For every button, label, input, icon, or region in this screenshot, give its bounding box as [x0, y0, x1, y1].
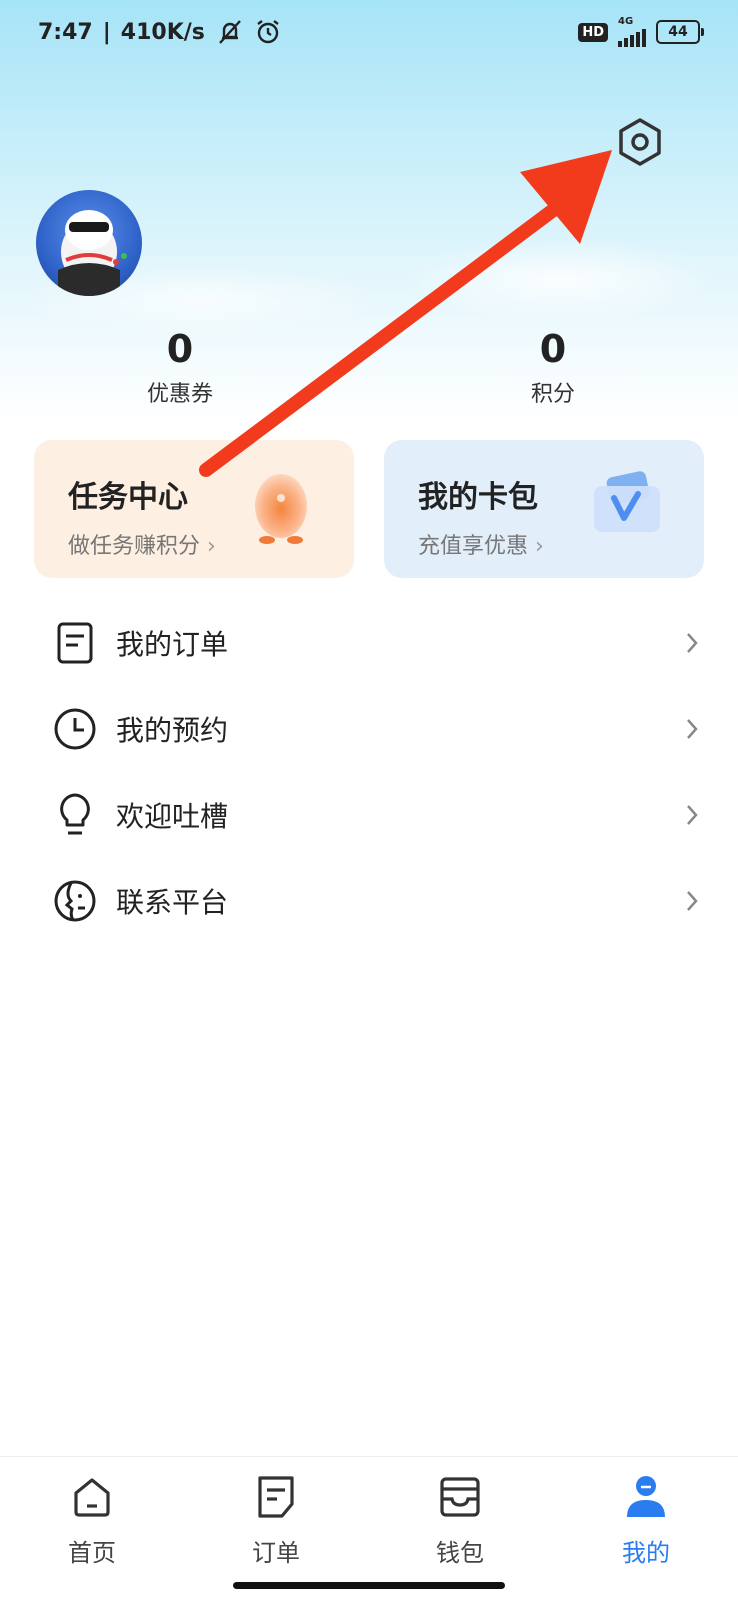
order-icon [258, 1476, 294, 1518]
home-icon [74, 1478, 110, 1517]
status-bar: 7:47 | 410K/s HD 4G 44 [0, 0, 738, 64]
clock-icon [54, 708, 96, 750]
card-wallet-card[interactable]: 我的卡包 充值享优惠 › [384, 440, 704, 578]
chevron-right-icon [687, 805, 698, 825]
lightbulb-icon [60, 793, 90, 835]
points-label: 积分 [530, 382, 575, 407]
menu-label-orders: 我的订单 [116, 628, 229, 661]
tab-profile[interactable]: 我的 [586, 1467, 706, 1568]
chevron-right-icon [687, 891, 698, 911]
card-wallet-subtitle: 充值享优惠 [418, 534, 529, 559]
coupon-stat[interactable]: 0 优惠券 [100, 326, 260, 408]
vip-card-icon [590, 470, 664, 540]
mascot-icon [248, 470, 314, 552]
chevron-right-icon [687, 633, 698, 653]
task-center-card[interactable]: 任务中心 做任务赚积分 › [34, 440, 354, 578]
battery-level: 44 [668, 24, 688, 40]
menu-item-orders[interactable]: 我的订单 [0, 600, 738, 686]
menu-item-contact[interactable]: 联系平台 [0, 858, 738, 944]
status-speed: 410K/s [120, 19, 205, 45]
menu-label-contact: 联系平台 [116, 886, 229, 919]
avatar[interactable] [36, 190, 142, 296]
coupon-label: 优惠券 [146, 382, 213, 407]
network-type: 4G [618, 16, 634, 27]
chevron-right-icon: › [535, 534, 544, 559]
mute-bell-icon [219, 20, 241, 44]
tab-orders[interactable]: 订单 [216, 1467, 336, 1568]
bottom-tab-bar: 首页 订单 钱包 我的 [0, 1456, 738, 1601]
settings-hexagon-icon [619, 118, 661, 166]
menu-item-feedback[interactable]: 欢迎吐槽 [0, 772, 738, 858]
task-center-subtitle: 做任务赚积分 [68, 534, 201, 559]
tab-label-home: 首页 [68, 1539, 116, 1567]
tab-label-profile: 我的 [622, 1539, 670, 1567]
chevron-right-icon: › [207, 534, 216, 559]
home-indicator [233, 1582, 505, 1589]
points-count: 0 [539, 327, 567, 371]
order-doc-icon [57, 622, 93, 664]
chevron-right-icon [687, 719, 698, 739]
signal-icon [618, 27, 646, 47]
menu-label-appointments: 我的预约 [116, 714, 229, 747]
menu-label-feedback: 欢迎吐槽 [116, 800, 229, 833]
battery-icon: 44 [656, 20, 704, 44]
status-time: 7:47 [38, 19, 93, 45]
penguin-avatar-icon [58, 210, 127, 296]
status-divider: | [102, 19, 111, 45]
contact-face-icon [54, 880, 96, 922]
menu-item-appointments[interactable]: 我的预约 [0, 686, 738, 772]
profile-icon [627, 1476, 665, 1517]
alarm-icon [257, 20, 279, 44]
wallet-icon [440, 1477, 480, 1517]
hd-badge: HD [578, 22, 608, 42]
tab-label-orders: 订单 [252, 1539, 300, 1567]
menu-list: 我的订单 我的预约 欢迎吐槽 联系平台 [0, 600, 738, 944]
tab-label-wallet: 钱包 [436, 1539, 484, 1567]
tab-home[interactable]: 首页 [32, 1467, 152, 1568]
settings-button[interactable] [614, 116, 666, 168]
tab-wallet[interactable]: 钱包 [400, 1467, 520, 1568]
coupon-count: 0 [166, 327, 194, 371]
points-stat[interactable]: 0 积分 [473, 326, 633, 408]
